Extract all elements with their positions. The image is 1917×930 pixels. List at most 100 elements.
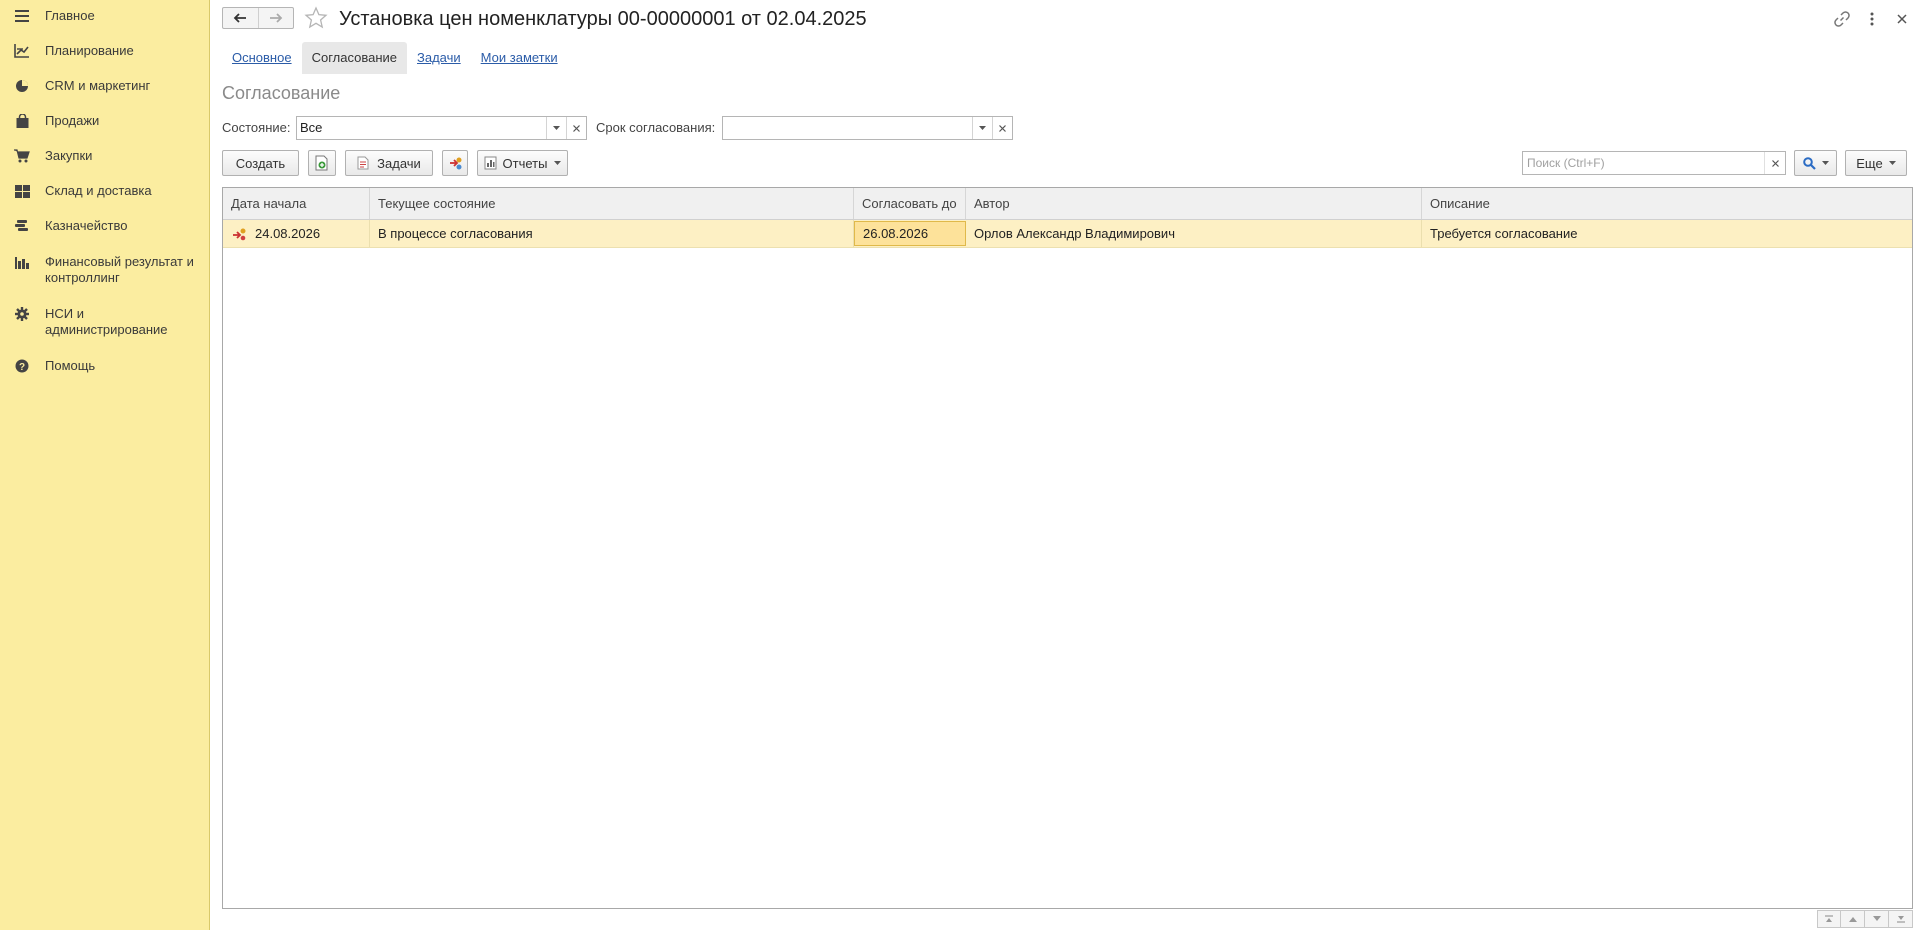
sidebar-item-warehouse[interactable]: Склад и доставка — [0, 183, 209, 199]
arrow-left-icon — [233, 13, 247, 23]
link-icon — [1834, 11, 1850, 27]
column-header-state[interactable]: Текущее состояние — [370, 188, 854, 219]
deadline-filter-value[interactable] — [723, 117, 972, 139]
chevron-down-icon — [979, 126, 986, 130]
close-button[interactable] — [1887, 9, 1917, 29]
column-header-due-date[interactable]: Согласовать до — [854, 188, 966, 219]
chevron-down-icon — [1821, 161, 1829, 165]
reports-button[interactable]: Отчеты — [477, 150, 568, 176]
history-nav — [222, 7, 294, 29]
more-actions-button[interactable] — [1857, 9, 1887, 29]
scroll-bottom-button[interactable] — [1889, 910, 1913, 928]
table-header: Дата начала Текущее состояние Согласоват… — [223, 188, 1912, 220]
close-icon — [1771, 159, 1779, 167]
sidebar-item-sales[interactable]: Продажи — [0, 113, 209, 129]
state-filter-dropdown[interactable] — [546, 117, 566, 139]
pie-chart-icon — [13, 78, 31, 94]
close-icon — [1897, 14, 1907, 24]
approval-table: Дата начала Текущее состояние Согласоват… — [222, 187, 1913, 909]
create-button[interactable]: Создать — [222, 150, 299, 176]
arrow-right-icon — [269, 13, 283, 23]
list-scroll-controls — [1817, 910, 1913, 928]
sidebar-item-planning[interactable]: Планирование — [0, 43, 209, 59]
svg-text:?: ? — [19, 362, 25, 373]
favorite-star-icon[interactable] — [304, 6, 328, 30]
tab-tasks[interactable]: Задачи — [407, 42, 471, 74]
cell-author[interactable]: Орлов Александр Владимирович — [966, 220, 1422, 247]
state-filter-clear[interactable] — [566, 117, 586, 139]
tasks-button-label: Задачи — [377, 155, 421, 171]
close-icon — [999, 124, 1006, 132]
state-filter-field[interactable]: Все — [296, 116, 587, 140]
scroll-bottom-icon — [1896, 916, 1905, 923]
scroll-down-button[interactable] — [1865, 910, 1889, 928]
sidebar-item-label: Помощь — [45, 358, 96, 373]
column-header-start-date[interactable]: Дата начала — [223, 188, 370, 219]
coins-icon — [13, 218, 31, 234]
form-tabs: Основное Согласование Задачи Мои заметки — [222, 42, 568, 74]
search-input[interactable] — [1523, 152, 1764, 174]
more-button-label: Еще — [1856, 155, 1883, 171]
report-icon — [484, 156, 497, 170]
sidebar-item-label: Склад и доставка — [45, 183, 152, 198]
link-button[interactable] — [1827, 9, 1857, 29]
reports-button-label: Отчеты — [502, 155, 548, 171]
search-icon — [1802, 156, 1816, 170]
close-icon — [573, 124, 580, 132]
warehouse-icon — [13, 183, 31, 199]
cell-due-date[interactable]: 26.08.2026 — [854, 221, 966, 246]
column-header-author[interactable]: Автор — [966, 188, 1422, 219]
column-header-description[interactable]: Описание — [1422, 188, 1912, 219]
chevron-down-icon — [553, 126, 560, 130]
search-options-button[interactable] — [1794, 150, 1837, 176]
state-filter-value[interactable]: Все — [297, 117, 546, 139]
sidebar-item-admin[interactable]: НСИ и администрирование — [0, 306, 209, 338]
sidebar: Главное Планирование CRM и маркетинг Про… — [0, 0, 210, 930]
sidebar-item-help[interactable]: ? Помощь — [0, 358, 209, 374]
sidebar-item-label: Казначейство — [45, 218, 128, 233]
sidebar-item-crm[interactable]: CRM и маркетинг — [0, 78, 209, 94]
sidebar-item-purchases[interactable]: Закупки — [0, 148, 209, 164]
workflow-icon — [450, 157, 462, 170]
chevron-down-icon — [1872, 916, 1881, 921]
table-row[interactable]: 24.08.2026 В процессе согласования 26.08… — [223, 220, 1912, 248]
forward-button[interactable] — [257, 8, 294, 28]
search-clear-button[interactable] — [1764, 152, 1785, 174]
sidebar-item-finance[interactable]: Финансовый результат и контроллинг — [0, 254, 209, 286]
create-copy-button[interactable] — [308, 150, 336, 176]
task-list-icon — [357, 156, 369, 170]
section-title: Согласование — [222, 83, 341, 103]
deadline-filter-clear[interactable] — [992, 117, 1012, 139]
deadline-filter-label: Срок согласования: — [596, 120, 716, 135]
sidebar-item-treasury[interactable]: Казначейство — [0, 218, 209, 234]
tab-main[interactable]: Основное — [222, 42, 302, 74]
more-button[interactable]: Еще — [1845, 150, 1907, 176]
sidebar-item-label: Главное — [45, 8, 95, 23]
shopping-bag-icon — [13, 113, 31, 129]
back-button[interactable] — [223, 8, 258, 28]
sidebar-item-label: Продажи — [45, 113, 100, 128]
sidebar-item-label: Финансовый результат и контроллинг — [45, 254, 194, 285]
deadline-filter-dropdown[interactable] — [972, 117, 992, 139]
document-add-icon — [315, 155, 328, 171]
sidebar-item-label: Закупки — [45, 148, 93, 163]
tab-approval[interactable]: Согласование — [301, 42, 408, 74]
scroll-top-button[interactable] — [1817, 910, 1841, 928]
cart-icon — [13, 148, 31, 164]
workflow-button[interactable] — [442, 150, 468, 176]
kebab-icon — [1870, 12, 1874, 26]
planning-icon — [13, 43, 31, 59]
state-filter-label: Состояние: — [222, 120, 291, 135]
sidebar-item-main[interactable]: Главное — [0, 8, 209, 24]
cell-state[interactable]: В процессе согласования — [370, 220, 854, 247]
chevron-down-icon — [554, 161, 562, 165]
tasks-button[interactable]: Задачи — [345, 150, 433, 176]
deadline-filter-field[interactable] — [722, 116, 1013, 140]
menu-icon — [13, 8, 31, 24]
cell-start-date[interactable]: 24.08.2026 — [223, 220, 370, 247]
search-field[interactable] — [1522, 151, 1786, 175]
cell-description[interactable]: Требуется согласование — [1422, 220, 1912, 247]
scroll-top-icon — [1825, 915, 1833, 922]
tab-notes[interactable]: Мои заметки — [471, 42, 568, 74]
scroll-up-button[interactable] — [1841, 910, 1865, 928]
